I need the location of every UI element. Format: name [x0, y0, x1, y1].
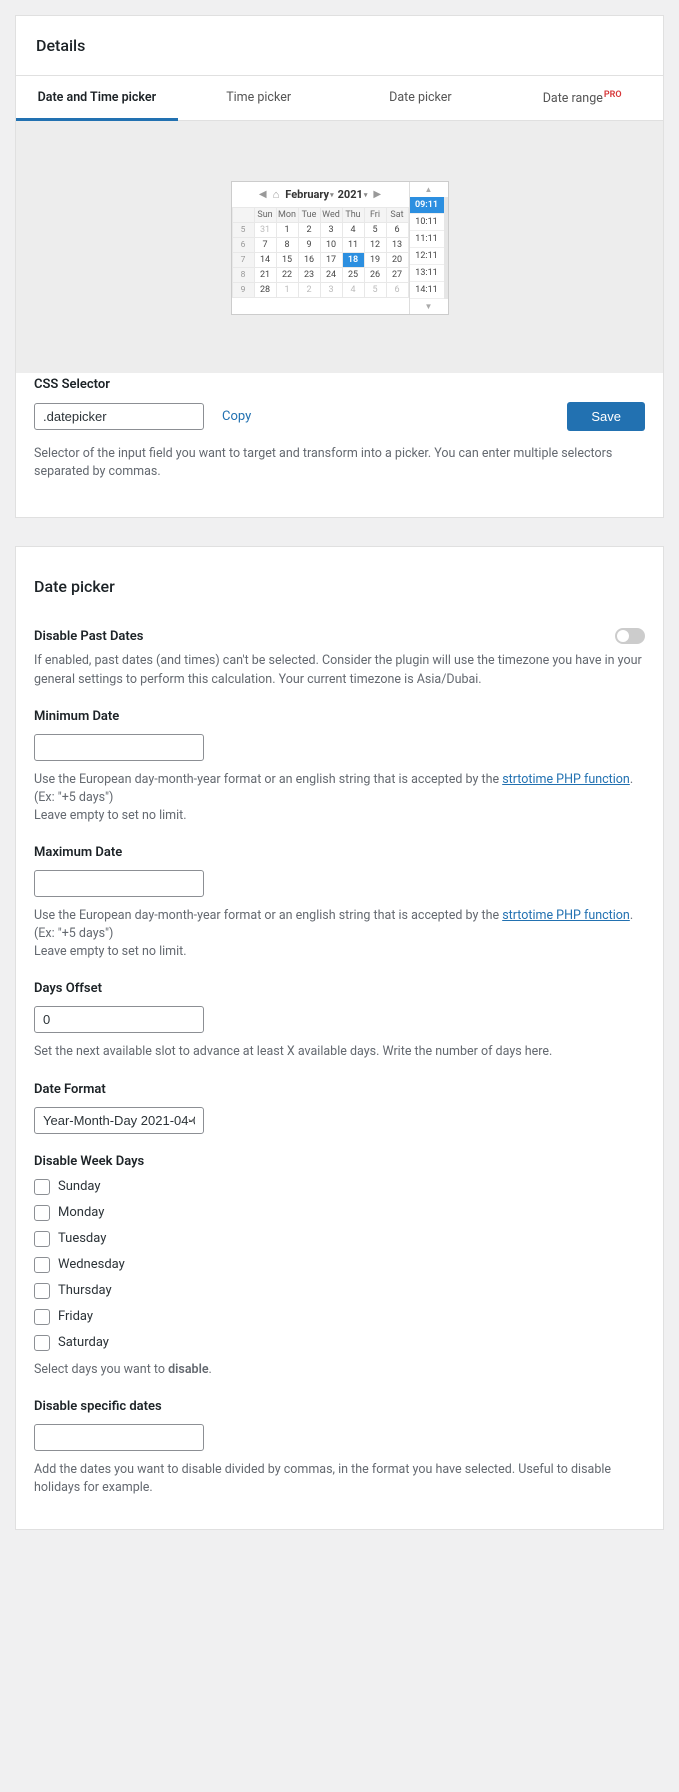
details-panel: Details Date and Time picker Time picker… — [15, 15, 664, 518]
disable-specific-label: Disable specific dates — [34, 1399, 645, 1414]
css-selector-help: Selector of the input field you want to … — [34, 445, 645, 481]
checkbox-sunday[interactable] — [34, 1179, 50, 1195]
checkbox-tuesday[interactable] — [34, 1231, 50, 1247]
prev-month-icon[interactable]: ◀ — [259, 189, 267, 200]
datepicker-title: Date picker — [34, 577, 645, 596]
disable-specific-input[interactable] — [34, 1424, 204, 1451]
calendar-preview: ◀ ⌂ February▾ 2021▾ ▶ Sun Mon Tue Wed — [16, 121, 663, 373]
save-button[interactable]: Save — [567, 402, 645, 431]
disable-specific-help: Add the dates you want to disable divide… — [34, 1461, 645, 1497]
min-date-label: Minimum Date — [34, 709, 645, 724]
checkbox-saturday[interactable] — [34, 1335, 50, 1351]
tab-date-time-picker[interactable]: Date and Time picker — [16, 76, 178, 120]
disable-past-toggle[interactable] — [615, 628, 645, 644]
calendar-grid: Sun Mon Tue Wed Thu Fri Sat 5 31 1 2 3 — [232, 207, 409, 298]
days-offset-help: Set the next available slot to advance a… — [34, 1043, 645, 1061]
checkbox-monday[interactable] — [34, 1205, 50, 1221]
tab-date-picker[interactable]: Date picker — [340, 76, 502, 120]
days-offset-input[interactable] — [34, 1006, 204, 1033]
home-icon[interactable]: ⌂ — [273, 188, 280, 201]
calendar-widget: ◀ ⌂ February▾ 2021▾ ▶ Sun Mon Tue Wed — [231, 181, 449, 315]
disable-past-label: Disable Past Dates — [34, 629, 143, 644]
disable-past-help: If enabled, past dates (and times) can't… — [34, 652, 645, 688]
checkbox-wednesday[interactable] — [34, 1257, 50, 1273]
date-format-select[interactable]: Year-Month-Day 2021-04-0 — [34, 1107, 204, 1134]
tab-date-range[interactable]: Date rangePRO — [501, 76, 663, 120]
disable-weekdays-label: Disable Week Days — [34, 1154, 645, 1169]
css-selector-input[interactable] — [34, 403, 204, 430]
date-format-label: Date Format — [34, 1082, 645, 1097]
time-down-icon[interactable]: ▼ — [410, 299, 448, 314]
min-date-input[interactable] — [34, 734, 204, 761]
copy-link[interactable]: Copy — [222, 409, 251, 424]
css-selector-label: CSS Selector — [34, 377, 645, 392]
next-month-icon[interactable]: ▶ — [373, 189, 381, 200]
max-date-label: Maximum Date — [34, 845, 645, 860]
max-date-input[interactable] — [34, 870, 204, 897]
checkbox-thursday[interactable] — [34, 1283, 50, 1299]
strtotime-link-2[interactable]: strtotime PHP function — [502, 908, 630, 923]
time-up-icon[interactable]: ▲ — [410, 182, 448, 197]
tab-time-picker[interactable]: Time picker — [178, 76, 340, 120]
checkbox-friday[interactable] — [34, 1309, 50, 1325]
days-offset-label: Days Offset — [34, 981, 645, 996]
strtotime-link[interactable]: strtotime PHP function — [502, 772, 630, 787]
tabs: Date and Time picker Time picker Date pi… — [16, 75, 663, 121]
datepicker-panel: Date picker Disable Past Dates If enable… — [15, 546, 664, 1530]
details-title: Details — [16, 16, 663, 75]
